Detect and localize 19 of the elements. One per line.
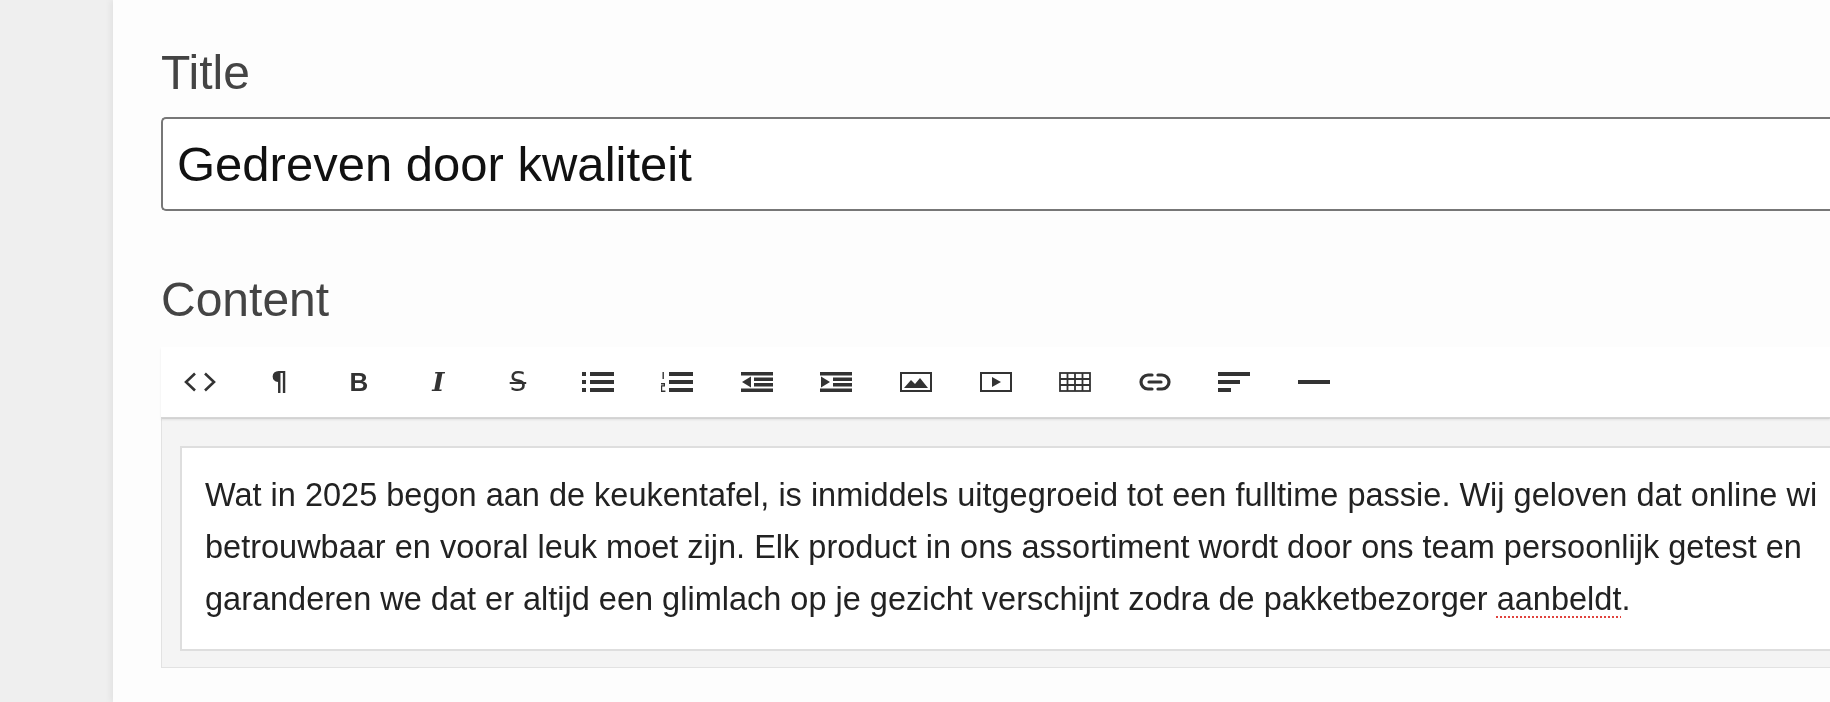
outdent-icon <box>740 372 773 392</box>
title-input[interactable]: Gedreven door kwaliteit <box>161 117 1830 211</box>
numbered-list-icon <box>661 372 694 392</box>
table-icon <box>1059 372 1092 392</box>
content-label: Content <box>161 272 330 328</box>
bulleted-list-icon <box>581 372 614 392</box>
italic-button[interactable]: I <box>410 354 467 410</box>
paragraph-button[interactable]: ¶ <box>251 354 308 410</box>
bold-button[interactable]: B <box>330 354 387 410</box>
link-icon <box>1138 372 1171 392</box>
angle-brackets-icon <box>183 372 216 392</box>
play-icon <box>979 372 1012 392</box>
align-left-icon <box>1218 372 1251 392</box>
picture-icon <box>899 372 932 392</box>
strikethrough-button[interactable]: S <box>489 354 546 410</box>
title-label: Title <box>161 45 250 101</box>
content-editor-field[interactable] <box>180 446 1830 651</box>
editor-paragraph: Wat in 2025 begon aan de keukentafel, is inmiddels uitgegroeid tot een fulltime passie. Wij geloven dat online wi betrouwbaar en vooral leuk moet zijn. Elk product in ons assortiment wordt door ons team persoonlijk getest en garanderen we dat er altijd een glimlach op je gezicht verschijnt zodra de pakketbezorger aanbeldt. <box>205 476 1819 619</box>
indent-icon <box>820 372 853 392</box>
